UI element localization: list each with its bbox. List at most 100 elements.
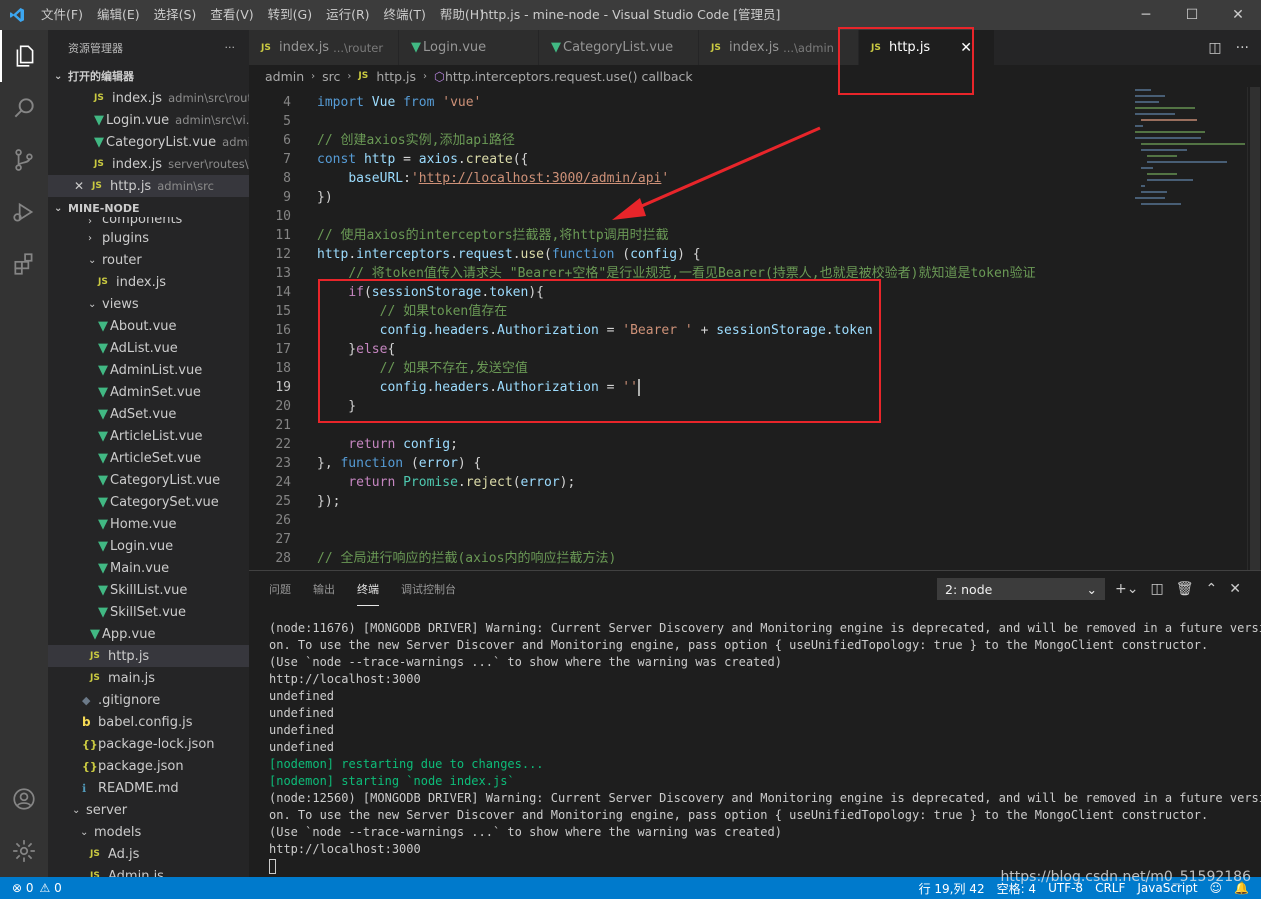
terminal-output[interactable]: (node:11676) [MONGODB DRIVER] Warning: C… [269,620,1261,875]
source-control-icon[interactable] [0,134,48,186]
code-token: ( [410,456,419,471]
tree-item[interactable]: JS Ad.js [48,843,249,865]
tree-item[interactable]: ▼ Main.vue [48,557,249,579]
code-line: 28 // 全局进行响应的拦截(axios内的响应拦截方法) [249,549,1129,568]
explorer-icon[interactable] [0,30,48,82]
tree-item[interactable]: ▼ AdminList.vue [48,359,249,381]
menu-item[interactable]: 编辑(E) [90,0,147,30]
more-actions-icon[interactable]: ··· [1236,40,1249,56]
run-debug-icon[interactable] [0,186,48,238]
breadcrumb-item[interactable]: src [322,69,340,84]
close-window-icon[interactable]: ✕ [1215,0,1261,30]
code-highlight-box [318,279,881,423]
code-text: }, function (error) { [317,454,481,473]
open-editor-item[interactable]: JS index.js admin\src\router [48,87,249,109]
tree-item[interactable]: JS index.js [48,271,249,293]
explorer-sidebar: 资源管理器 ··· ⌄ 打开的编辑器 JS index.js admin\src\r… [48,30,249,877]
editor-tab[interactable]: ▼ Login.vue [399,30,539,65]
editor-tab[interactable]: ▼ CategoryList.vue [539,30,699,65]
file-name: server [86,802,128,818]
open-editor-item[interactable]: ▼CategoryList.vue admi... [48,131,249,153]
close-panel-icon[interactable]: ✕ [1229,581,1241,597]
menu-item[interactable]: 文件(F) [34,0,90,30]
problems-status[interactable]: ⊗ 0 ⚠ 0 [0,881,62,895]
tree-item[interactable]: JS Admin.js [48,865,249,878]
panel-tab[interactable]: 输出 [313,573,335,605]
tree-item[interactable]: b babel.config.js [48,711,249,733]
tree-item[interactable]: ⌄ router [48,249,249,271]
panel-tab[interactable]: 问题 [269,573,291,605]
tree-item[interactable]: JS http.js [48,645,249,667]
split-terminal-icon[interactable]: ◫ [1150,581,1163,597]
tree-item[interactable]: ⌄ server [48,799,249,821]
tree-item[interactable]: {} package-lock.json [48,733,249,755]
tree-item[interactable]: ℹ README.md [48,777,249,799]
watermark: https://blog.csdn.net/m0_51592186 [1000,869,1251,885]
open-editor-item[interactable]: ▼ Login.vue admin\src\vi... [48,109,249,131]
tree-item[interactable]: ▼ About.vue [48,315,249,337]
menu-item[interactable]: 终端(T) [377,0,433,30]
menu-item[interactable]: 帮助(H) [433,0,491,30]
tree-item[interactable]: ⌄ models [48,821,249,843]
editor-tab[interactable]: JS index.js ...\admin [699,30,859,65]
project-section[interactable]: ⌄ MINE-NODE [48,197,249,219]
extensions-icon[interactable] [0,238,48,290]
tree-item[interactable]: ▼ AdList.vue [48,337,249,359]
json-file-icon: {} [82,737,98,751]
open-editors-section[interactable]: ⌄ 打开的编辑器 [48,65,249,87]
tab-label: index.js [729,40,780,55]
tree-item[interactable]: ▼ CategorySet.vue [48,491,249,513]
search-icon[interactable] [0,82,48,134]
menu-item[interactable]: 转到(G) [261,0,319,30]
terminal-select[interactable]: 2: node ⌄ [937,578,1105,600]
tree-item[interactable]: ▼ App.vue [48,623,249,645]
more-actions-icon[interactable]: ··· [225,41,236,54]
tree-item[interactable]: › components [48,217,249,227]
tree-item[interactable]: › plugins [48,227,249,249]
breadcrumb-item[interactable]: admin [265,69,304,84]
code-token: ({ [512,152,529,167]
close-icon[interactable]: ✕ [74,179,92,193]
tree-item[interactable]: {} package.json [48,755,249,777]
code-line: 24 return Promise.reject(error); [249,473,1129,492]
tree-item[interactable]: ▼ Home.vue [48,513,249,535]
editor-tab[interactable]: JS index.js ...\router [249,30,399,65]
tree-item[interactable]: ▼ ArticleSet.vue [48,447,249,469]
breadcrumb-item[interactable]: http.interceptors.request.use() callback [445,69,693,84]
tree-item[interactable]: ▼ SkillSet.vue [48,601,249,623]
open-editor-item[interactable]: JS index.js server\routes\a... [48,153,249,175]
minimize-icon[interactable]: ─ [1123,0,1169,30]
settings-gear-icon[interactable] [0,825,48,877]
tree-item[interactable]: ▼ CategoryList.vue [48,469,249,491]
chevron-up-icon[interactable]: ⌃ [1205,581,1217,597]
panel-tab[interactable]: 调试控制台 [401,573,456,605]
tree-item[interactable]: JS main.js [48,667,249,689]
line-number: 20 [275,399,291,414]
split-editor-icon[interactable]: ◫ [1208,40,1221,56]
tree-item[interactable]: ▼ AdminSet.vue [48,381,249,403]
maximize-icon[interactable]: ☐ [1169,0,1215,30]
cursor-position[interactable]: 行 19,列 42 [919,880,985,897]
open-editor-item[interactable]: ✕ JS http.js admin\src [48,175,249,197]
tree-item[interactable]: ▼ SkillList.vue [48,579,249,601]
trash-icon[interactable]: 🗑 [1176,581,1194,597]
account-icon[interactable] [0,773,48,825]
tree-item[interactable]: ▼ Login.vue [48,535,249,557]
menu-item[interactable]: 运行(R) [319,0,376,30]
code-token: // 使用axios的interceptors拦截器,将http调用时拦截 [317,228,669,243]
breadcrumb-item[interactable]: http.js [376,69,416,84]
menu-item[interactable]: 查看(V) [203,0,260,30]
tree-item[interactable]: ▼ AdSet.vue [48,403,249,425]
tree-item[interactable]: ◆ .gitignore [48,689,249,711]
panel-tab[interactable]: 终端 [357,573,379,606]
scrollbar-thumb[interactable] [1250,87,1260,570]
menu-item[interactable]: 选择(S) [147,0,204,30]
tree-item[interactable]: ▼ ArticleList.vue [48,425,249,447]
line-number: 14 [275,285,291,300]
code-token: reject [465,475,513,490]
new-terminal-icon[interactable]: +⌄ [1115,581,1138,597]
tree-item[interactable]: ⌄ views [48,293,249,315]
editor-scrollbar[interactable] [1247,87,1261,570]
minimap[interactable] [1135,87,1247,207]
file-name: index.js [112,156,163,172]
